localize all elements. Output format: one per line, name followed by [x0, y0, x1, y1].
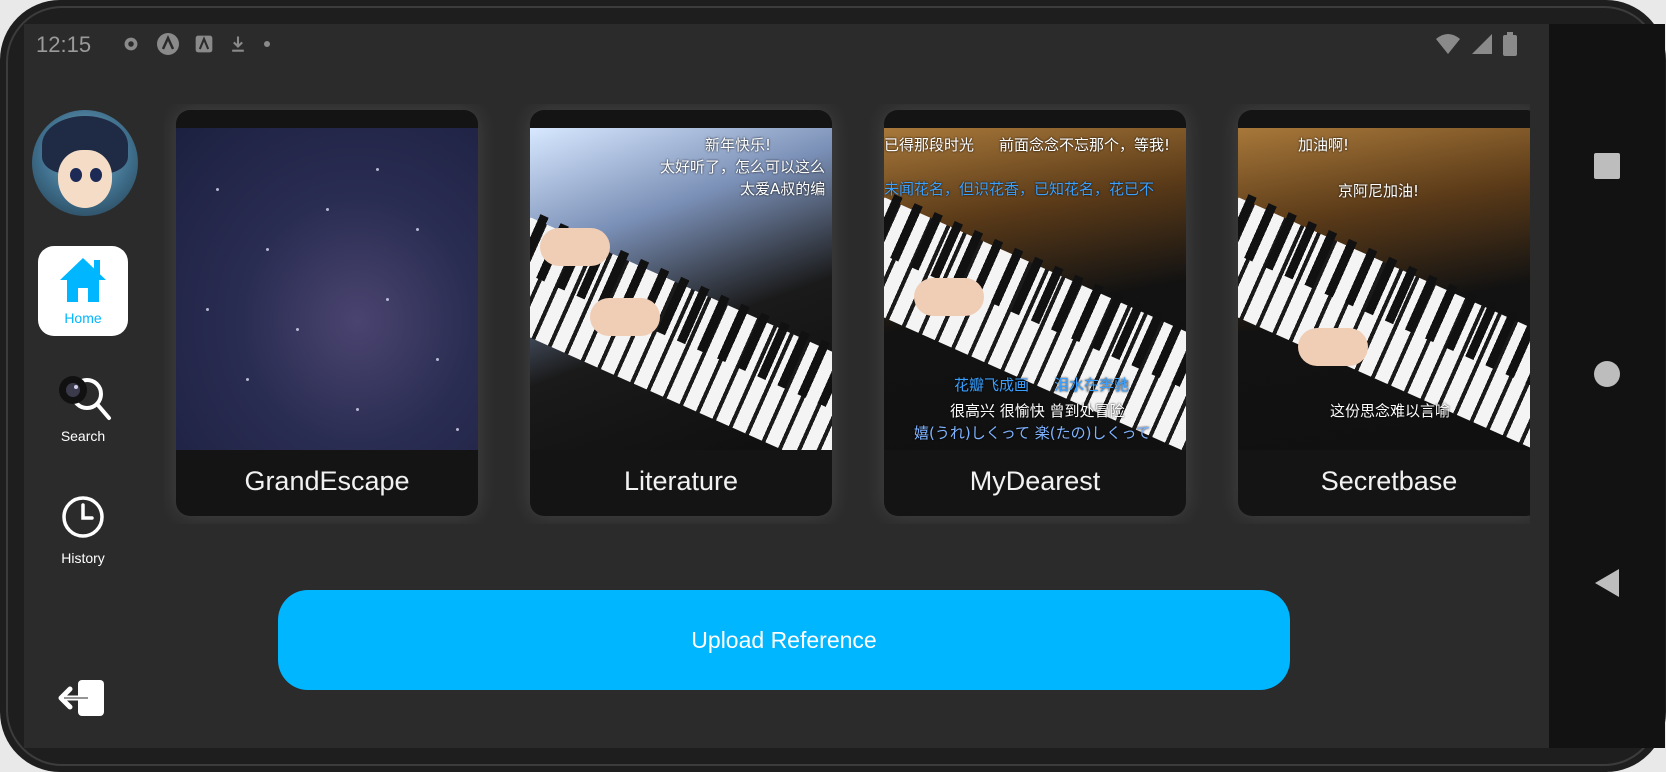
danmaku-text: 泪水在奔驰 — [1054, 376, 1130, 394]
star — [376, 168, 379, 171]
download-icon — [232, 36, 244, 52]
danmaku-text: 花瓣飞成画 — [954, 376, 1030, 394]
star — [266, 248, 269, 251]
logout-icon[interactable] — [58, 678, 108, 718]
avatar-face — [58, 150, 112, 208]
danmaku-text: 京阿尼加油! — [1338, 182, 1420, 200]
danmaku-text: 已得那段时光 — [884, 136, 975, 154]
card-thumbnail: 新年快乐! 太好听了，怎么可以这么 太爱A叔的编 — [530, 128, 832, 450]
sidebar-item-history[interactable]: History — [38, 486, 128, 576]
danmaku-text: 这份思念难以言喻 — [1330, 402, 1451, 420]
song-carousel[interactable]: GrandEscape 新年快乐! 太好听了，怎么可以这么 太爱A叔的编 Lit… — [164, 104, 1530, 524]
status-icons-left — [120, 32, 272, 56]
danmaku-text: 未闻花名，但识花香，已知花名，花已不 — [884, 180, 1155, 198]
settings-gear-icon — [124, 37, 138, 51]
avatar-eye-right — [90, 168, 102, 182]
song-card-mydearest[interactable]: 已得那段时光 前面念念不忘那个，等我! 未闻花名，但识花香，已知花名，花已不 花… — [884, 110, 1186, 516]
sidebar-item-label: History — [61, 550, 105, 566]
hand — [590, 298, 660, 336]
status-time: 12:15 — [36, 32, 92, 57]
card-thumbnail: 已得那段时光 前面念念不忘那个，等我! 未闻花名，但识花香，已知花名，花已不 花… — [884, 128, 1186, 450]
card-title: MyDearest — [969, 466, 1101, 496]
app-a-icon — [157, 33, 179, 55]
hand — [1298, 328, 1368, 366]
danmaku-text: 前面念念不忘那个，等我! — [999, 136, 1171, 154]
hand — [914, 278, 984, 316]
sidebar-item-search[interactable]: Search — [38, 364, 128, 454]
card-title: Literature — [623, 466, 739, 496]
system-nav-bar — [1549, 24, 1665, 748]
star — [206, 308, 209, 311]
star — [246, 378, 249, 381]
star — [416, 228, 419, 231]
home-circle-icon[interactable] — [1593, 360, 1621, 388]
star — [216, 188, 219, 191]
battery-icon — [1503, 32, 1517, 56]
clock-icon — [62, 496, 104, 538]
card-thumbnail — [176, 128, 478, 450]
recents-square-icon[interactable] — [1593, 152, 1621, 180]
danmaku-text: 加油啊! — [1298, 136, 1350, 154]
danmaku-text: 太好听了，怎么可以这么 — [660, 158, 826, 176]
sidebar-item-home[interactable]: Home — [38, 246, 128, 336]
song-card-secretbase[interactable]: 加油啊! 京阿尼加油! 这份思念难以言喻 Secretbase — [1238, 110, 1530, 516]
danmaku-text: 嬉(うれ)しくって 楽(たの)しくって — [914, 424, 1151, 442]
upload-reference-button[interactable]: Upload Reference — [278, 590, 1290, 690]
wifi-icon — [1436, 34, 1460, 54]
sidebar-item-label: Home — [64, 310, 102, 326]
font-a-icon — [195, 35, 213, 53]
star — [386, 298, 389, 301]
device-frame: 12:15 Home Search History GrandEscape 新年… — [0, 0, 1666, 772]
song-card-grandescape[interactable]: GrandEscape — [176, 110, 478, 516]
sidebar: Home Search History — [24, 64, 144, 748]
sidebar-item-label: Search — [60, 428, 106, 444]
card-title: GrandEscape — [244, 466, 410, 496]
star — [296, 328, 299, 331]
song-card-literature[interactable]: 新年快乐! 太好听了，怎么可以这么 太爱A叔的编 Literature — [530, 110, 832, 516]
status-icons-right — [1435, 32, 1517, 56]
danmaku-text: 新年快乐! — [705, 136, 772, 154]
star — [326, 208, 329, 211]
app-screen: 12:15 Home Search History GrandEscape 新年… — [24, 24, 1549, 748]
danmaku-text: 太爱A叔的编 — [740, 180, 826, 198]
hand — [540, 228, 610, 266]
home-icon — [60, 258, 106, 302]
star — [456, 428, 459, 431]
cellular-signal-icon — [1472, 34, 1492, 54]
star — [436, 358, 439, 361]
back-triangle-icon[interactable] — [1593, 568, 1621, 598]
card-title: Secretbase — [1320, 466, 1458, 496]
avatar-eye-left — [70, 168, 82, 182]
status-bar: 12:15 — [24, 24, 1549, 64]
search-icon — [59, 376, 111, 420]
star — [356, 408, 359, 411]
card-thumbnail: 加油啊! 京阿尼加油! 这份思念难以言喻 — [1238, 128, 1530, 450]
danmaku-text: 很高兴 很愉快 曾到处冒险 — [950, 402, 1125, 420]
user-avatar[interactable] — [32, 110, 138, 216]
notification-dot-icon — [264, 41, 270, 47]
